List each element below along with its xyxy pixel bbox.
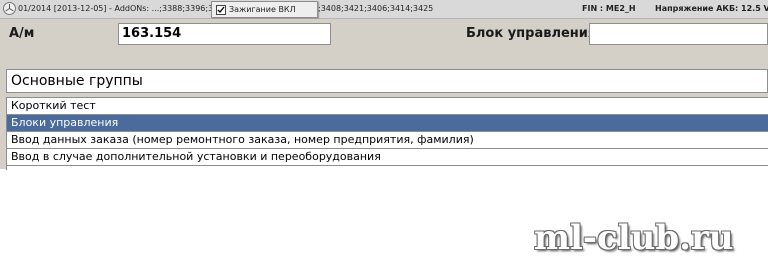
fin-indicator: FIN : ME2_H [582, 4, 636, 13]
list-item-order-data[interactable]: Ввод данных заказа (номер ремонтного зак… [7, 132, 768, 149]
control-unit-field[interactable] [589, 23, 768, 45]
mercedes-star-icon [3, 2, 16, 15]
ignition-checkbox [216, 5, 226, 15]
checkmark-icon [217, 6, 225, 13]
watermark: ml-club.ru [534, 218, 734, 258]
battery-voltage: Напряжение АКБ: 12.5 V [655, 4, 768, 13]
group-title: Основные группы [6, 69, 768, 93]
app-window: 01/2014 [2013-12-05] - AddONs: ...;3388;… [0, 0, 768, 275]
list-item-retrofit[interactable]: Ввод в случае дополнительной установки и… [7, 149, 768, 166]
list-item-short-test[interactable]: Короткий тест [7, 98, 768, 115]
main-groups-list: Короткий тест Блоки управления Ввод данн… [6, 97, 768, 170]
ignition-label: Зажигание ВКЛ [229, 5, 296, 14]
control-unit-label: Блок управления [466, 26, 597, 41]
ignition-tooltip: Зажигание ВКЛ [211, 1, 318, 18]
status-bar: 01/2014 [2013-12-05] - AddONs: ...;3388;… [0, 0, 768, 19]
main-panel: А/м 163.154 Блок управления Основные гру… [0, 19, 768, 170]
list-item-control-units[interactable]: Блоки управления [7, 115, 768, 132]
release-info: 01/2014 [2013-12-05] - AddONs: ...;3388;… [18, 4, 232, 13]
am-label: А/м [9, 26, 35, 41]
addons-list-tail: ;3408;3421;3406;3414;3425 [318, 4, 434, 13]
am-field[interactable]: 163.154 [118, 23, 331, 45]
